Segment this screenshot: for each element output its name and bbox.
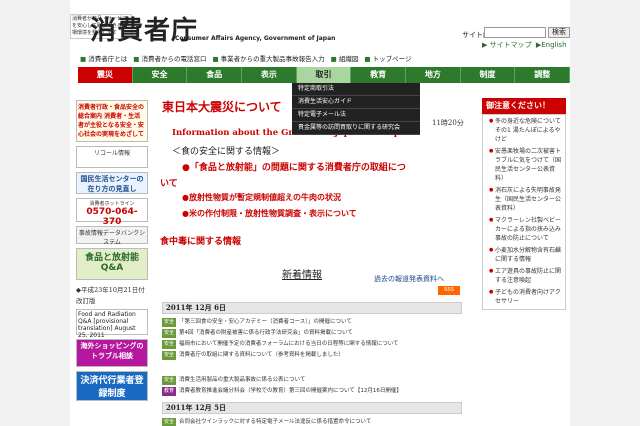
kokusen-review-banner[interactable]: 国民生活センターの在り方の見直し: [76, 172, 148, 194]
past-press-releases-link[interactable]: 過去の報道発表資料へ: [374, 274, 444, 284]
news-item-text: 第4回「消費者の財産被害に係る行政手法研究会」の資料掲載について: [179, 330, 353, 336]
category-tag: 安全: [162, 351, 177, 360]
consumer-guide-banner[interactable]: 消費者行政・食品安全の総合案内 消費者・生活者が主役となる安全・安心社会の実現を…: [76, 100, 148, 142]
hotline-label: 消費者ホットライン: [89, 201, 135, 207]
news-item[interactable]: 安全 消費生活用製品の重大製品事故に係る公表について: [162, 376, 305, 385]
dropdown-item[interactable]: 特定商取引法: [292, 83, 420, 96]
dropdown-item[interactable]: 消費生活安心ガイド: [292, 96, 420, 109]
caution-item[interactable]: マクラーレン社製ベビーカーによる指の挟み込み事故の防止について: [489, 216, 563, 243]
recall-info-banner[interactable]: リコール情報: [76, 146, 148, 168]
food-radiation-link[interactable]: ●「食品と放射能」の問題に関する消費者庁の取組につ: [182, 160, 406, 173]
sitemap-link[interactable]: ▶ サイトマップ: [482, 41, 532, 49]
news-item-text: 消費者教育推進会議分科会（学校での教育）第三回の開催案内について【12月16日開…: [179, 388, 402, 394]
news-item-text: 合同会社ウインラックに対する特定電子メール法違反に係る措置命令について: [179, 419, 372, 425]
logo-english-name: Consumer Affairs Agency, Government of J…: [175, 35, 336, 42]
nav-regional[interactable]: 地方: [406, 67, 461, 83]
category-tag: 安全: [162, 318, 177, 327]
caution-item[interactable]: 子どもの消費者向けアクセサリー: [489, 288, 563, 306]
news-item-text: 消費生活用製品の重大製品事故に係る公表について: [179, 377, 306, 383]
category-tag: 安全: [162, 418, 177, 426]
nav-system[interactable]: 制度: [461, 67, 516, 83]
news-item[interactable]: 安全 合同会社ウインラックに対する特定電子メール法違反に係る措置命令について: [162, 418, 371, 426]
food-radiation-english-banner[interactable]: Food and Radiation Q&A [provisional tran…: [76, 309, 148, 339]
utility-links: ▶ サイトマップ ▶English: [482, 40, 569, 50]
search-input[interactable]: [484, 27, 546, 38]
news-item[interactable]: 安全 福岡市において開催予定の消費者フォーラムにおける当日の日程等に関する情報につ…: [162, 340, 399, 349]
payment-agent-registration-banner[interactable]: 決済代行業者登録制度: [76, 371, 148, 401]
dropdown-item[interactable]: 特定電子メール法: [292, 109, 420, 122]
nav-labeling[interactable]: 表示: [242, 67, 297, 83]
quick-links: 消費者庁とは 消費者からの電話窓口 事業者からの重大製品事故報告入力 組織図 ト…: [80, 53, 411, 63]
left-sidebar: 消費者行政・食品安全の総合案内 消費者・生活者が主役となる安全・安心社会の実現を…: [76, 100, 148, 405]
beef-status-link[interactable]: ●放射性物質が暫定規制値超えの牛肉の状況: [182, 192, 341, 203]
category-tag: 安全: [162, 329, 177, 338]
revision-date: ◆平成23年10月21日付: [76, 286, 145, 294]
rice-survey-link[interactable]: ●米の作付制限・放射性物質調査・表示について: [182, 208, 357, 219]
hotline-banner[interactable]: 消費者ホットライン 0570-064-370: [76, 198, 148, 227]
dropdown-item[interactable]: 貴金属等の訪問買取りに関する研究会: [292, 122, 420, 135]
food-safety-heading: ＜食の安全に関する情報＞: [172, 147, 281, 157]
nav-education[interactable]: 教育: [351, 67, 407, 83]
news-item[interactable]: 安全 第4回「消費者の財産被害に係る行政手法研究会」の資料掲載について: [162, 329, 353, 338]
quicklink-top[interactable]: トップページ: [364, 53, 412, 63]
quicklink-accident-report[interactable]: 事業者からの重大製品事故報告入力: [212, 53, 325, 63]
search-button[interactable]: 検索: [548, 27, 570, 38]
nav-disaster[interactable]: 震災: [78, 67, 133, 83]
caution-item[interactable]: 小麦加水分解物含有石鹸に関する情報: [489, 246, 563, 264]
page: 消費者が商品・サービスを安心して取引できる市場環境を整備します 消費者庁 Con…: [70, 0, 570, 426]
food-radiation-qa-banner[interactable]: 食品と放射能 Q&A: [76, 248, 148, 280]
nav-safety[interactable]: 安全: [133, 67, 188, 83]
updated-time: 11時20分: [432, 119, 464, 127]
news-item[interactable]: 安全 「第三回食の安全・安心アカデミー（消費者コース）」の開催について: [162, 318, 352, 327]
news-date-bar: 2011年 12月 6日: [162, 302, 462, 314]
transactions-dropdown-menu: 特定商取引法 消費生活安心ガイド 特定電子メール法 貴金属等の訪問買取りに関する…: [292, 83, 420, 135]
nav-food[interactable]: 食品: [187, 67, 243, 83]
quicklink-about[interactable]: 消費者庁とは: [80, 53, 127, 63]
nav-transactions[interactable]: 取引: [296, 67, 352, 83]
news-heading: 新着情報: [282, 270, 322, 281]
caution-item[interactable]: 冬の身近な危険について その1 湯たんぽによるやけど: [489, 117, 563, 144]
category-tag: 教育: [162, 387, 177, 396]
news-item[interactable]: 安全 消費者庁の取組に関する資料について（参考資料を掲載しました）: [162, 351, 344, 360]
caution-item[interactable]: 消石灰による失明事故発生（国民生活センター公表資料）: [489, 186, 563, 213]
news-item-text: 消費者庁の取組に関する資料について（参考資料を掲載しました）: [179, 352, 344, 358]
revision-link[interactable]: 改訂版: [76, 295, 148, 305]
rss-icon[interactable]: RSS: [438, 286, 460, 295]
news-date-bar: 2011年 12月 5日: [162, 402, 462, 414]
news-item-text: 福岡市において開催予定の消費者フォーラムにおける当日の日程等に関する情報について: [179, 341, 399, 347]
english-link[interactable]: ▶English: [536, 41, 567, 49]
right-sidebar: 御注意ください！ 冬の身近な危険について その1 湯たんぽによるやけど 安愚楽牧…: [482, 98, 566, 310]
quicklink-phone[interactable]: 消費者からの電話窓口: [133, 53, 206, 63]
food-radiation-link-wrap[interactable]: いて: [160, 176, 178, 189]
category-tag: 安全: [162, 340, 177, 349]
main-nav: 震災 安全 食品 表示 取引 教育 地方 制度 調整: [78, 67, 570, 83]
news-item[interactable]: 教育 消費者教育推進会議分科会（学校での教育）第三回の開催案内について【12月16…: [162, 387, 402, 396]
caution-item[interactable]: エア遊具の事故防止に関する注意喚起: [489, 267, 563, 285]
quicklink-org-chart[interactable]: 組織図: [331, 53, 359, 63]
news-item-text: 「第三回食の安全・安心アカデミー（消費者コース）」の開催について: [179, 319, 352, 325]
category-tag: 安全: [162, 376, 177, 385]
caution-item[interactable]: 安愚楽牧場の二次被害トラブルに気をつけて（国民生活センター公表資料）: [489, 147, 563, 183]
overseas-shopping-banner[interactable]: 海外ショッピングのトラブル相談: [76, 339, 148, 367]
accident-databank-banner[interactable]: 事故情報データバンクシステム: [76, 226, 148, 246]
nav-coordination[interactable]: 調整: [515, 67, 570, 83]
hotline-number: 0570-064-370: [86, 207, 138, 227]
caution-heading: 御注意ください！: [482, 98, 566, 114]
caution-list: 冬の身近な危険について その1 湯たんぽによるやけど 安愚楽牧場の二次被害トラブ…: [482, 114, 566, 310]
food-poisoning-link[interactable]: 食中毒に関する情報: [160, 234, 241, 247]
